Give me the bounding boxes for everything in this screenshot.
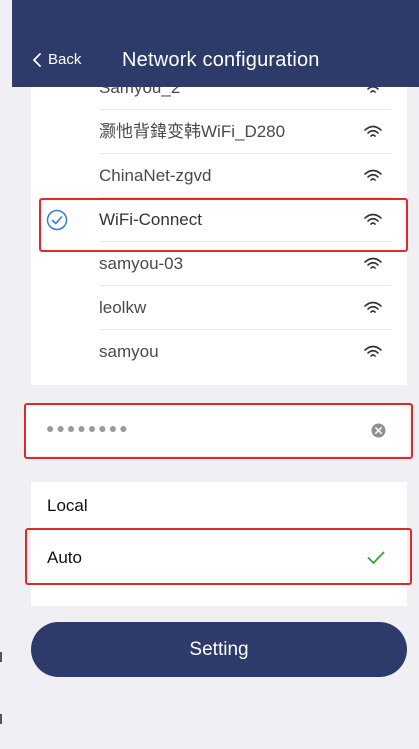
wifi-icon <box>364 301 382 313</box>
wifi-row-selected[interactable]: WiFi-Connect <box>31 198 407 242</box>
wifi-icon <box>364 213 382 225</box>
wifi-icon <box>364 345 382 357</box>
edge-mark <box>0 652 2 662</box>
back-label: Back <box>48 51 82 68</box>
password-value: ●●●●●●●● <box>46 420 130 436</box>
option-auto[interactable]: Auto <box>47 548 82 568</box>
wifi-row[interactable]: ChinaNet-zgvd <box>31 154 407 198</box>
wifi-name: samyou-03 <box>99 254 184 273</box>
checkmark-icon <box>367 551 385 564</box>
wifi-name: 灏忚背鍏变韩WiFi_D280 <box>99 122 286 141</box>
option-auto-label: Auto <box>47 548 82 567</box>
wifi-row[interactable]: leolkw <box>31 286 407 330</box>
wifi-row[interactable]: 灏忚背鍏变韩WiFi_D280 <box>31 110 407 154</box>
wifi-row[interactable]: samyou <box>31 330 407 374</box>
edge-mark <box>0 714 2 724</box>
wifi-icon <box>364 257 382 269</box>
header-bar: Back Network configuration <box>12 0 419 87</box>
setting-button[interactable]: Setting <box>31 622 407 677</box>
clear-icon[interactable] <box>371 423 386 438</box>
back-button[interactable]: Back <box>32 51 81 68</box>
password-field[interactable]: ●●●●●●●● <box>24 404 409 456</box>
wifi-name: leolkw <box>99 298 147 317</box>
wifi-network-list: Samyou_2 灏忚背鍏变韩WiFi_D280 ChinaNet-zgvd W… <box>31 72 407 385</box>
page-title: Network configuration <box>122 49 320 71</box>
option-local-label: Local <box>47 496 88 515</box>
wifi-name: ChinaNet-zgvd <box>99 166 212 185</box>
wifi-name: WiFi-Connect <box>99 210 202 229</box>
check-circle-icon <box>46 209 68 231</box>
row-divider <box>31 528 407 529</box>
wifi-row[interactable]: samyou-03 <box>31 242 407 286</box>
wifi-name: samyou <box>99 342 159 361</box>
wifi-icon <box>364 125 382 137</box>
option-local[interactable]: Local <box>47 496 88 516</box>
mode-options: Local Auto <box>31 482 407 606</box>
wifi-icon <box>364 169 382 181</box>
chevron-left-icon <box>33 52 41 67</box>
